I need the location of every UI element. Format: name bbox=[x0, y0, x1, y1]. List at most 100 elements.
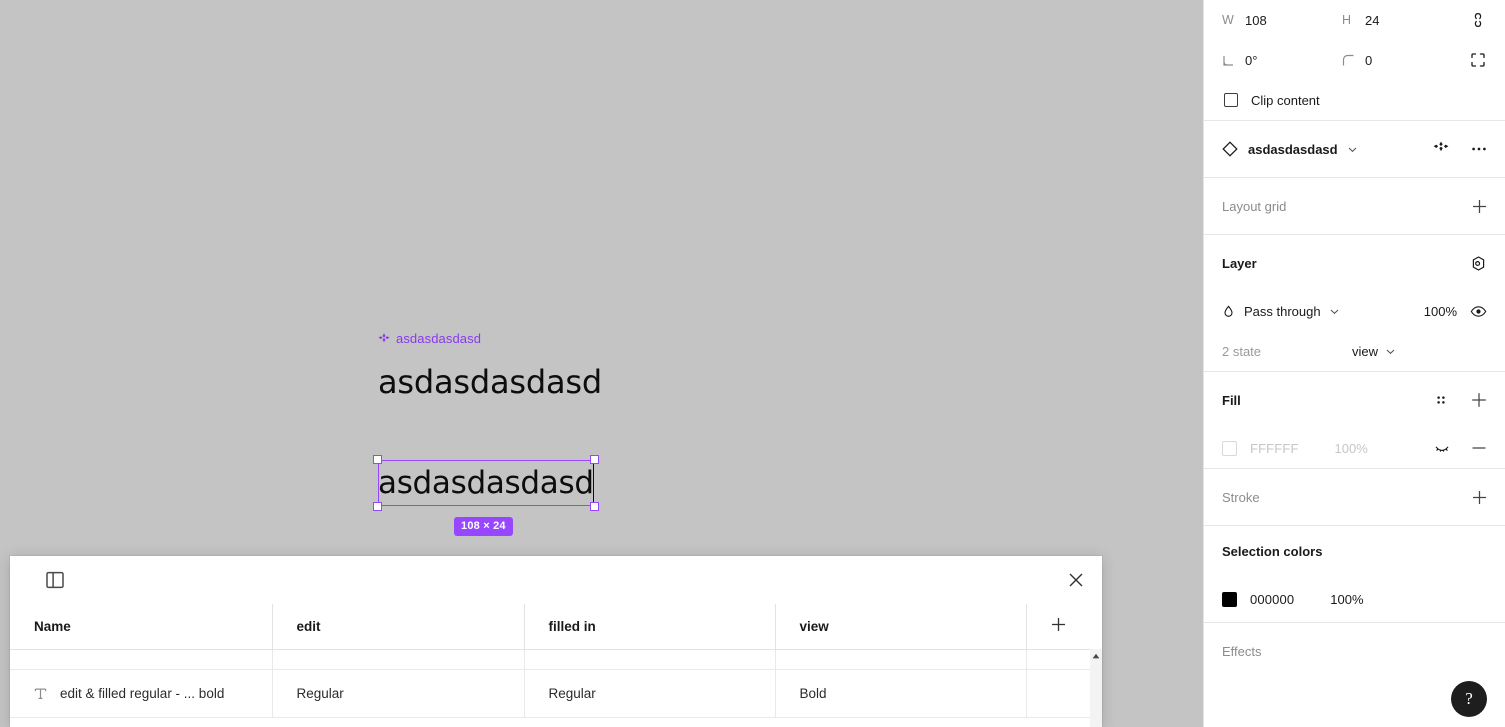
fill-hex-value[interactable]: FFFFFF bbox=[1250, 441, 1299, 456]
rotation-field[interactable]: 0° bbox=[1222, 53, 1342, 68]
clip-content-label: Clip content bbox=[1251, 92, 1320, 108]
component-diamond-icon bbox=[378, 332, 390, 342]
cell-view[interactable] bbox=[775, 649, 1027, 670]
selection-color-row[interactable]: 000000 100% bbox=[1204, 576, 1505, 622]
scroll-up-button[interactable] bbox=[1090, 649, 1102, 662]
cell-spacer bbox=[1026, 649, 1090, 670]
corner-radius-field[interactable]: 0 bbox=[1342, 53, 1462, 68]
eye-icon[interactable] bbox=[1470, 303, 1487, 320]
layer-title: Layer bbox=[1222, 255, 1257, 271]
constrain-proportions-icon[interactable] bbox=[1469, 11, 1487, 29]
canvas-heading-text[interactable]: asdasdasdasd bbox=[378, 362, 602, 402]
height-field[interactable]: H 24 bbox=[1342, 13, 1462, 28]
help-button[interactable]: ? bbox=[1451, 681, 1487, 717]
effects-title: Effects bbox=[1222, 643, 1262, 659]
cell-view[interactable]: Bold bbox=[775, 669, 1027, 718]
blend-mode-row[interactable]: Pass through 100% bbox=[1204, 291, 1505, 331]
table-header-row: Name edit filled in view bbox=[10, 604, 1090, 650]
clip-content-row[interactable]: Clip content bbox=[1204, 80, 1505, 120]
table-row[interactable] bbox=[10, 649, 1090, 670]
panel-layout-icon[interactable] bbox=[46, 571, 64, 589]
properties-table: Name edit filled in view edit & filled r… bbox=[10, 604, 1090, 718]
width-label: W bbox=[1222, 13, 1234, 27]
fill-section: Fill FFFFFF 100% bbox=[1204, 371, 1505, 468]
layer-header: Layer bbox=[1204, 235, 1505, 291]
corner-radius-value: 0 bbox=[1365, 52, 1373, 68]
fill-color-swatch[interactable] bbox=[1222, 440, 1237, 456]
table-vertical-scrollbar[interactable] bbox=[1090, 649, 1102, 727]
eye-closed-icon[interactable] bbox=[1434, 440, 1450, 456]
table-row[interactable]: edit & filled regular - ... bold Regular… bbox=[10, 669, 1090, 718]
corner-radius-icon bbox=[1342, 54, 1355, 67]
selection-colors-header: Selection colors bbox=[1204, 526, 1505, 576]
layer-settings-icon[interactable] bbox=[1470, 255, 1487, 272]
state-value[interactable]: view bbox=[1352, 344, 1378, 359]
resize-handle-bottom-right[interactable] bbox=[590, 502, 599, 511]
resize-handle-top-left[interactable] bbox=[373, 455, 382, 464]
cell-edit[interactable] bbox=[272, 649, 525, 670]
cell-name[interactable] bbox=[10, 649, 273, 670]
minus-icon[interactable] bbox=[1471, 440, 1487, 456]
cell-name[interactable]: edit & filled regular - ... bold bbox=[10, 669, 273, 718]
selected-text-node[interactable]: asdasdasdasd 108 × 24 bbox=[373, 455, 599, 536]
plus-icon bbox=[1051, 618, 1065, 632]
column-header-name[interactable]: Name bbox=[10, 604, 273, 650]
dimensions-section: W 108 H 24 0° 0 Clip content bbox=[1204, 0, 1505, 120]
fill-title: Fill bbox=[1222, 392, 1241, 408]
rotation-icon bbox=[1222, 54, 1235, 67]
independent-corners-icon[interactable] bbox=[1469, 51, 1487, 69]
component-row[interactable]: asdasdasdasd bbox=[1204, 121, 1505, 177]
selection-color-swatch[interactable] bbox=[1222, 591, 1237, 607]
layer-section: Layer Pass through 100% 2 state view bbox=[1204, 234, 1505, 371]
width-field[interactable]: W 108 bbox=[1222, 13, 1342, 28]
column-header-filled-in[interactable]: filled in bbox=[524, 604, 776, 650]
cell-filled-in[interactable] bbox=[524, 649, 776, 670]
clip-content-checkbox[interactable] bbox=[1224, 93, 1238, 107]
fill-styles-icon[interactable] bbox=[1433, 392, 1449, 408]
table-scroll-region[interactable]: Name edit filled in view edit & filled r… bbox=[10, 604, 1102, 727]
fill-header: Fill bbox=[1204, 372, 1505, 428]
selection-color-opacity[interactable]: 100% bbox=[1330, 592, 1363, 607]
rotation-corner-row: 0° 0 bbox=[1204, 40, 1505, 80]
chevron-down-icon[interactable] bbox=[1386, 347, 1395, 356]
selection-colors-section: Selection colors 000000 100% bbox=[1204, 525, 1505, 622]
fill-item-actions bbox=[1434, 440, 1487, 456]
chevron-down-icon[interactable] bbox=[1330, 307, 1339, 316]
stroke-header: Stroke bbox=[1204, 469, 1505, 525]
component-badge[interactable]: asdasdasdasd bbox=[378, 331, 481, 346]
selection-color-hex[interactable]: 000000 bbox=[1250, 592, 1294, 607]
height-value: 24 bbox=[1365, 12, 1380, 28]
resize-handle-bottom-left[interactable] bbox=[373, 502, 382, 511]
right-properties-panel: W 108 H 24 0° 0 Clip content asdasdasdas… bbox=[1203, 0, 1505, 727]
size-row: W 108 H 24 bbox=[1204, 0, 1505, 40]
blend-mode-icon bbox=[1224, 305, 1233, 317]
stroke-section: Stroke bbox=[1204, 468, 1505, 525]
chevron-down-icon[interactable] bbox=[1348, 145, 1357, 154]
cell-name-label: edit & filled regular - ... bold bbox=[60, 685, 225, 701]
column-header-edit[interactable]: edit bbox=[272, 604, 525, 650]
cell-edit[interactable]: Regular bbox=[272, 669, 525, 718]
add-column-button[interactable] bbox=[1026, 604, 1090, 650]
resize-handle-top-right[interactable] bbox=[590, 455, 599, 464]
column-header-view[interactable]: view bbox=[775, 604, 1027, 650]
plus-icon[interactable] bbox=[1472, 490, 1487, 505]
more-options-icon[interactable] bbox=[1471, 141, 1487, 157]
layer-opacity-value[interactable]: 100% bbox=[1424, 304, 1457, 319]
fill-opacity-value[interactable]: 100% bbox=[1335, 441, 1368, 456]
height-label: H bbox=[1342, 13, 1352, 27]
table-plugin-panel: Name edit filled in view edit & filled r… bbox=[10, 556, 1102, 727]
layout-grid-section: Layout grid bbox=[1204, 177, 1505, 234]
close-icon[interactable] bbox=[1066, 570, 1086, 590]
selected-text-content: asdasdasdasd bbox=[378, 465, 594, 501]
state-row: 2 state view bbox=[1204, 331, 1505, 371]
rotation-value: 0° bbox=[1245, 52, 1258, 68]
component-section: asdasdasdasd bbox=[1204, 120, 1505, 177]
cell-filled-in[interactable]: Regular bbox=[524, 669, 776, 718]
selection-colors-title: Selection colors bbox=[1222, 543, 1323, 559]
effects-header: Effects bbox=[1204, 623, 1505, 679]
plus-icon[interactable] bbox=[1472, 199, 1487, 214]
plus-icon[interactable] bbox=[1471, 392, 1487, 408]
swap-instance-icon[interactable] bbox=[1433, 141, 1449, 157]
component-diamond-icon bbox=[1222, 141, 1238, 157]
cell-spacer bbox=[1026, 669, 1090, 718]
